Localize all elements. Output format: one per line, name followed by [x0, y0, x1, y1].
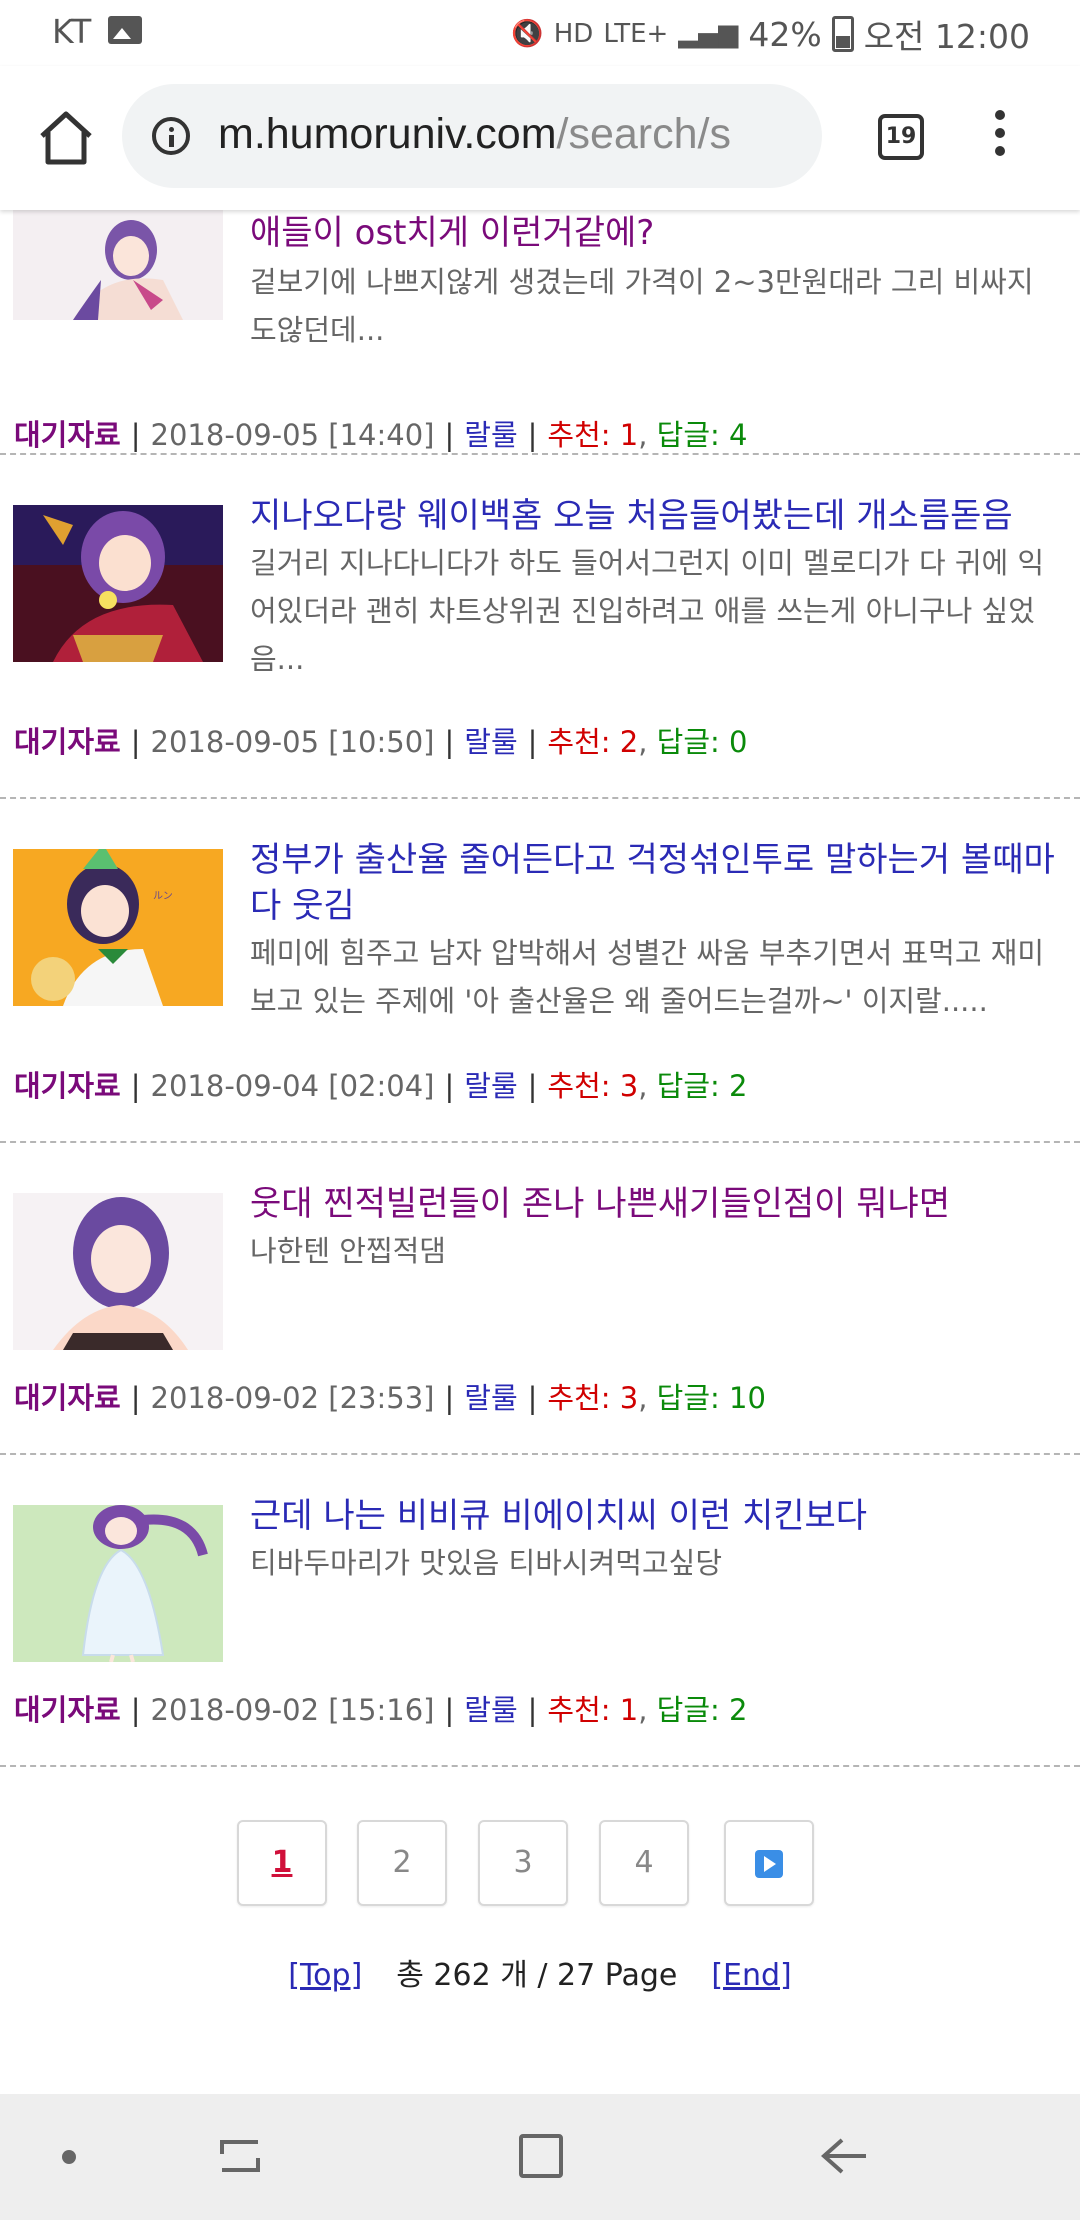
- gallery-notification-icon: [108, 16, 142, 44]
- post-thumbnail[interactable]: ルン: [13, 849, 223, 1006]
- page-button-3[interactable]: 3: [478, 1820, 568, 1906]
- post-excerpt[interactable]: 페미에 힘주고 남자 압박해서 성별간 싸움 부추기면서 표먹고 재미보고 있는…: [250, 929, 1060, 1025]
- post-meta: 대기자료 | 2018-09-04 [02:04] | 랄룰 | 추천: 3, 답글: 2: [14, 1069, 748, 1103]
- post-date: 2018-09-04 [02:04]: [150, 1069, 435, 1103]
- post-replies: 답글: 4: [656, 418, 748, 452]
- url-domain: m.humoruniv.com: [218, 110, 557, 158]
- post-title[interactable]: 웃대 찐적빌런들이 존나 나쁜새기들인점이 뭐냐면: [250, 1181, 1060, 1227]
- network-type: LTE+: [603, 19, 669, 49]
- post-date: 2018-09-02 [23:53]: [150, 1381, 435, 1415]
- page-button-1[interactable]: 1: [237, 1820, 327, 1906]
- post-author[interactable]: 랄룰: [464, 1693, 517, 1727]
- result-count: 총 262 개 / 27 Page: [396, 1958, 678, 1993]
- page-button-2[interactable]: 2: [357, 1820, 447, 1906]
- post-title[interactable]: 애들이 ost치게 이런거같에?: [250, 210, 1060, 256]
- url-text[interactable]: m.humoruniv.com/search/s: [218, 110, 731, 159]
- divider: [0, 1765, 1080, 1767]
- list-item: 근데 나는 비비큐 비에이치씨 이런 치킨보다 티바두마리가 맛있음 티바시켜먹…: [0, 1453, 1080, 1765]
- post-excerpt[interactable]: 겉보기에 나쁘지않게 생겼는데 가격이 2~3만원대라 그리 비싸지 도않던데.…: [250, 258, 1060, 354]
- post-category[interactable]: 대기자료: [14, 725, 121, 759]
- end-link[interactable]: [End]: [711, 1958, 791, 1993]
- nav-dot-icon[interactable]: [62, 2150, 76, 2164]
- post-excerpt[interactable]: 나한텐 안찝적댐: [250, 1227, 1060, 1275]
- info-icon[interactable]: [152, 117, 190, 155]
- post-recommend: 추천: 3: [547, 1381, 639, 1415]
- pagination: 1 2 3 4: [0, 1820, 1080, 1910]
- search-results: 애들이 ost치게 이런거같에? 겉보기에 나쁘지않게 생겼는데 가격이 2~3…: [0, 210, 1080, 2094]
- pagination-summary: [Top] 총 262 개 / 27 Page [End]: [0, 1950, 1080, 1994]
- post-thumbnail[interactable]: [13, 1193, 223, 1350]
- page-button-4[interactable]: 4: [599, 1820, 689, 1906]
- post-date: 2018-09-05 [10:50]: [150, 725, 435, 759]
- post-thumbnail[interactable]: [13, 505, 223, 662]
- hd-icon: HD: [553, 19, 594, 49]
- home-icon[interactable]: [34, 106, 98, 170]
- carrier-label: KT: [52, 12, 92, 51]
- post-thumbnail[interactable]: [13, 1505, 223, 1662]
- post-meta: 대기자료 | 2018-09-05 [14:40] | 랄룰 | 추천: 1, 답글: 4: [14, 418, 748, 452]
- post-replies: 답글: 2: [656, 1069, 748, 1103]
- post-date: 2018-09-02 [15:16]: [150, 1693, 435, 1727]
- post-author[interactable]: 랄룰: [464, 1381, 517, 1415]
- browser-toolbar: m.humoruniv.com/search/s 19: [0, 66, 1080, 210]
- post-replies: 답글: 10: [656, 1381, 766, 1415]
- back-icon[interactable]: [820, 2134, 870, 2178]
- top-link[interactable]: [Top]: [288, 1958, 362, 1993]
- tab-switcher-button[interactable]: 19: [878, 114, 924, 160]
- post-recommend: 추천: 1: [547, 418, 639, 452]
- post-category[interactable]: 대기자료: [14, 1693, 121, 1727]
- post-date: 2018-09-05 [14:40]: [150, 418, 435, 452]
- url-path: /search/s: [556, 110, 731, 158]
- post-category[interactable]: 대기자료: [14, 1069, 121, 1103]
- list-item: 웃대 찐적빌런들이 존나 나쁜새기들인점이 뭐냐면 나한텐 안찝적댐 대기자료 |…: [0, 1141, 1080, 1453]
- post-recommend: 추천: 3: [547, 1069, 639, 1103]
- battery-percent: 42%: [748, 14, 822, 54]
- post-author[interactable]: 랄룰: [464, 418, 517, 452]
- list-item: 지나오다랑 웨이백홈 오늘 처음들어봤는데 개소름돋음 길거리 지나다니다가 하…: [0, 453, 1080, 797]
- system-nav-bar: [0, 2094, 1080, 2220]
- post-excerpt[interactable]: 길거리 지나다니다가 하도 들어서그런지 이미 멜로디가 다 귀에 익어있더라 …: [250, 539, 1060, 683]
- more-menu-icon[interactable]: [990, 110, 1010, 166]
- post-title[interactable]: 지나오다랑 웨이백홈 오늘 처음들어봤는데 개소름돋음: [250, 493, 1060, 539]
- signal-icon: ▂▄▆: [678, 19, 739, 49]
- next-page-button[interactable]: [724, 1820, 814, 1906]
- post-replies: 답글: 0: [656, 725, 748, 759]
- post-title[interactable]: 정부가 출산율 줄어든다고 걱정섞인투로 말하는거 볼때마다 웃김: [250, 837, 1060, 929]
- svg-text:ルン: ルン: [153, 891, 173, 902]
- post-title[interactable]: 근데 나는 비비큐 비에이치씨 이런 치킨보다: [250, 1493, 1060, 1539]
- post-author[interactable]: 랄룰: [464, 725, 517, 759]
- home-nav-icon[interactable]: [519, 2134, 563, 2178]
- clock: 오전 12:00: [863, 17, 1030, 56]
- post-author[interactable]: 랄룰: [464, 1069, 517, 1103]
- post-meta: 대기자료 | 2018-09-02 [23:53] | 랄룰 | 추천: 3, 답글: 10: [14, 1381, 766, 1415]
- recent-apps-icon[interactable]: [216, 2134, 264, 2178]
- status-bar: KT 🔇 HD LTE+ ▂▄▆ 42% 오전 12:00: [0, 0, 1080, 66]
- post-recommend: 추천: 2: [547, 725, 639, 759]
- post-thumbnail[interactable]: [13, 210, 223, 320]
- post-meta: 대기자료 | 2018-09-05 [10:50] | 랄룰 | 추천: 2, 답글: 0: [14, 725, 748, 759]
- post-meta: 대기자료 | 2018-09-02 [15:16] | 랄룰 | 추천: 1, 답글: 2: [14, 1693, 748, 1727]
- status-right: 🔇 HD LTE+ ▂▄▆ 42% 오전 12:00: [511, 10, 1030, 58]
- mute-icon: 🔇: [511, 19, 544, 49]
- post-replies: 답글: 2: [656, 1693, 748, 1727]
- post-excerpt[interactable]: 티바두마리가 맛있음 티바시켜먹고싶당: [250, 1539, 1060, 1587]
- address-bar[interactable]: m.humoruniv.com/search/s: [122, 84, 822, 188]
- next-arrow-icon: [755, 1849, 783, 1878]
- post-category[interactable]: 대기자료: [14, 1381, 121, 1415]
- list-item: ルン 정부가 출산율 줄어든다고 걱정섞인투로 말하는거 볼때마다 웃김 페미에…: [0, 797, 1080, 1141]
- post-category[interactable]: 대기자료: [14, 418, 121, 452]
- battery-icon: [831, 16, 854, 52]
- post-recommend: 추천: 1: [547, 1693, 639, 1727]
